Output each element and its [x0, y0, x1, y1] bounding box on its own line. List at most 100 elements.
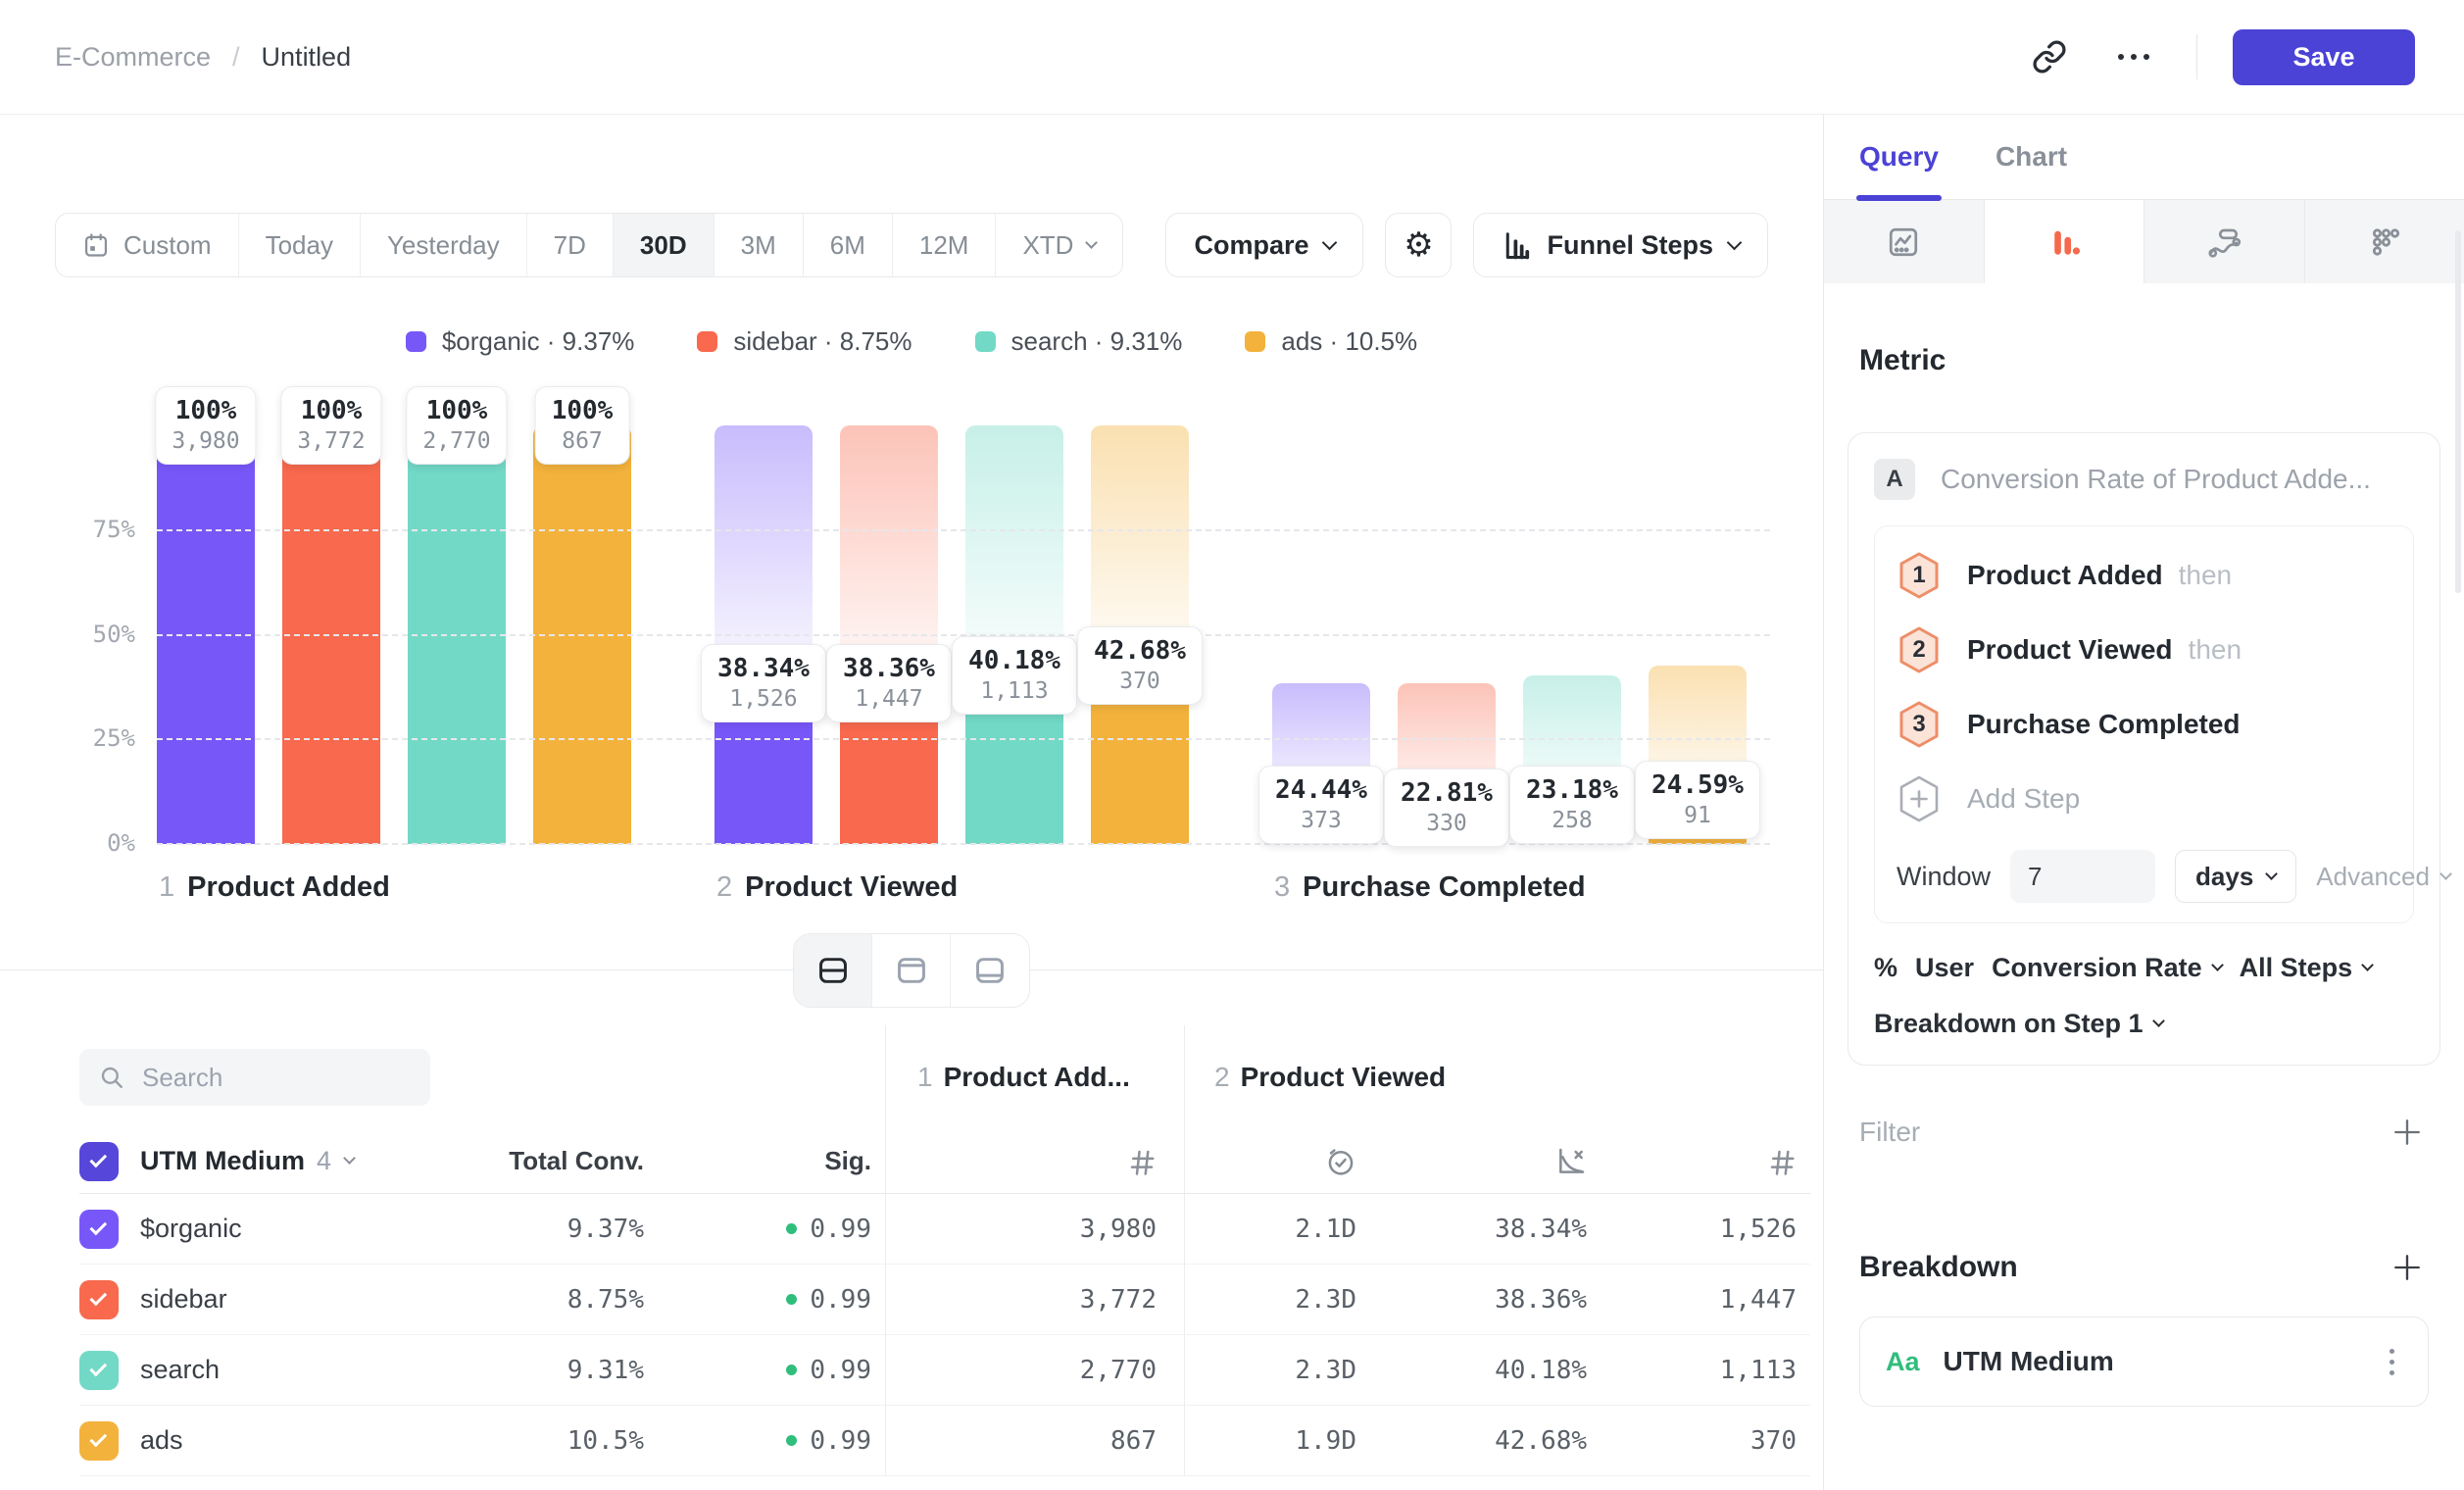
legend-item-ads[interactable]: ads · 10.5%: [1245, 326, 1417, 357]
query-step-1[interactable]: 1Product Added then: [1897, 538, 2391, 613]
rate-value: 38.36%: [1495, 1285, 1587, 1315]
cell-step2-time[interactable]: 2.3D: [1184, 1335, 1370, 1406]
cell-step2-time[interactable]: 1.9D: [1184, 1406, 1370, 1476]
column-header-conversion-rate[interactable]: [1370, 1129, 1601, 1194]
cell-significance[interactable]: 0.99: [658, 1406, 885, 1476]
cell-step2-time[interactable]: 2.3D: [1184, 1265, 1370, 1335]
query-step-3[interactable]: 3Purchase Completed: [1897, 687, 2391, 762]
table-group-header-step2[interactable]: 2 Product Viewed: [1184, 1025, 1810, 1129]
table-row-name-organic[interactable]: $organic: [79, 1194, 432, 1265]
view-toggle-table-only[interactable]: [951, 934, 1029, 1007]
add-breakdown-button[interactable]: [2386, 1246, 2429, 1289]
more-menu-button[interactable]: [2106, 29, 2161, 84]
window-unit-dropdown[interactable]: days: [2175, 850, 2296, 903]
row-checkbox[interactable]: [79, 1210, 119, 1249]
breakdown-header-label[interactable]: UTM Medium: [140, 1146, 305, 1176]
cell-step2-count[interactable]: 370: [1601, 1406, 1810, 1476]
cell-total-conv[interactable]: 9.31%: [432, 1335, 658, 1406]
legend-item-organic[interactable]: $organic · 9.37%: [406, 326, 635, 357]
column-header-time-to-convert[interactable]: [1184, 1129, 1370, 1194]
query-step-2[interactable]: 2Product Viewed then: [1897, 613, 2391, 687]
date-range-xtd[interactable]: XTD: [996, 214, 1122, 276]
sidebar-tab-chart[interactable]: Chart: [1996, 115, 2067, 199]
count-value: 2,770: [1080, 1356, 1157, 1385]
cell-step1-count[interactable]: 2,770: [885, 1335, 1184, 1406]
breadcrumb-current[interactable]: Untitled: [262, 42, 352, 73]
column-header-sig[interactable]: Sig.: [658, 1129, 885, 1194]
kebab-menu-icon[interactable]: [2382, 1341, 2402, 1383]
row-checkbox[interactable]: [79, 1421, 119, 1461]
table-row-name-search[interactable]: search: [79, 1335, 432, 1406]
date-range-7d[interactable]: 7D: [527, 214, 614, 276]
cell-total-conv[interactable]: 9.37%: [432, 1194, 658, 1265]
row-checkbox[interactable]: [79, 1351, 119, 1390]
column-header-count-step2[interactable]: [1601, 1129, 1810, 1194]
table-row-name-sidebar[interactable]: sidebar: [79, 1265, 432, 1335]
tab-retention-grid[interactable]: [2305, 200, 2464, 283]
column-header-count-step1[interactable]: [885, 1129, 1184, 1194]
legend-item-search[interactable]: search · 9.31%: [975, 326, 1183, 357]
column-header-total-conv[interactable]: Total Conv.: [432, 1129, 658, 1194]
date-range-12m[interactable]: 12M: [893, 214, 997, 276]
date-range-label: XTD: [1022, 230, 1073, 261]
cell-total-conv[interactable]: 10.5%: [432, 1406, 658, 1476]
date-range-6m[interactable]: 6M: [804, 214, 893, 276]
cell-step2-count[interactable]: 1,526: [1601, 1194, 1810, 1265]
cell-step2-time[interactable]: 2.1D: [1184, 1194, 1370, 1265]
breakdown-item[interactable]: Aa UTM Medium: [1859, 1316, 2429, 1407]
share-link-button[interactable]: [2022, 29, 2077, 84]
save-button[interactable]: Save: [2233, 29, 2415, 85]
compare-button[interactable]: Compare: [1165, 213, 1363, 277]
breakdown-on-dropdown[interactable]: Breakdown on Step 1: [1874, 1009, 2163, 1039]
table-group-header-step1[interactable]: 1 Product Add...: [885, 1025, 1184, 1129]
cell-step2-rate[interactable]: 40.18%: [1370, 1335, 1601, 1406]
view-toggle-chart-only[interactable]: [872, 934, 951, 1007]
cell-step1-count[interactable]: 867: [885, 1406, 1184, 1476]
sidebar-tab-query[interactable]: Query: [1859, 115, 1939, 199]
add-step-button[interactable]: Add Step: [1897, 762, 2391, 836]
cell-total-conv[interactable]: 8.75%: [432, 1265, 658, 1335]
search-box[interactable]: [79, 1049, 430, 1106]
cell-step2-rate[interactable]: 38.34%: [1370, 1194, 1601, 1265]
date-range-30d[interactable]: 30D: [614, 214, 715, 276]
date-range-3m[interactable]: 3M: [715, 214, 804, 276]
cell-step1-count[interactable]: 3,772: [885, 1265, 1184, 1335]
cell-step1-count[interactable]: 3,980: [885, 1194, 1184, 1265]
breadcrumb-parent[interactable]: E-Commerce: [55, 42, 211, 73]
cell-step2-rate[interactable]: 42.68%: [1370, 1406, 1601, 1476]
cell-step2-count[interactable]: 1,447: [1601, 1265, 1810, 1335]
chevron-down-icon: [1322, 234, 1338, 250]
step-name: Purchase Completed: [1303, 871, 1585, 904]
cell-step2-count[interactable]: 1,113: [1601, 1335, 1810, 1406]
metric-title-row[interactable]: A Conversion Rate of Product Adde...: [1874, 459, 2414, 500]
bar-ads-step2[interactable]: 42.68%370: [1091, 425, 1189, 844]
measure-entity[interactable]: User: [1915, 953, 1974, 983]
chevron-down-icon[interactable]: [343, 1152, 356, 1165]
bar-pct-label: 100%: [172, 395, 239, 427]
scrollbar-thumb[interactable]: [2455, 230, 2461, 593]
cell-significance[interactable]: 0.99: [658, 1194, 885, 1265]
cell-significance[interactable]: 0.99: [658, 1335, 885, 1406]
tab-funnel-chart[interactable]: [1985, 200, 2145, 283]
measure-dropdown[interactable]: Conversion Rate: [1992, 953, 2222, 983]
add-filter-button[interactable]: [2386, 1111, 2429, 1154]
date-range-custom[interactable]: Custom: [56, 214, 239, 276]
window-value-input[interactable]: [2010, 850, 2155, 903]
row-checkbox[interactable]: [79, 1280, 119, 1319]
table-row-name-ads[interactable]: ads: [79, 1406, 432, 1476]
tab-flow-chart[interactable]: [2144, 200, 2305, 283]
date-range-today[interactable]: Today: [239, 214, 361, 276]
date-range-yesterday[interactable]: Yesterday: [361, 214, 527, 276]
advanced-dropdown[interactable]: Advanced: [2316, 862, 2450, 892]
steps-scope-dropdown[interactable]: All Steps: [2240, 953, 2373, 983]
chart-settings-button[interactable]: ⚙: [1385, 213, 1452, 277]
search-input[interactable]: [142, 1063, 397, 1093]
select-all-checkbox[interactable]: [79, 1142, 119, 1181]
chart-type-button[interactable]: Funnel Steps: [1473, 213, 1768, 277]
legend-swatch: [975, 331, 996, 352]
tab-line-chart[interactable]: [1824, 200, 1985, 283]
cell-significance[interactable]: 0.99: [658, 1265, 885, 1335]
cell-step2-rate[interactable]: 38.36%: [1370, 1265, 1601, 1335]
view-toggle-split-view[interactable]: [794, 934, 872, 1007]
legend-item-sidebar[interactable]: sidebar · 8.75%: [697, 326, 912, 357]
